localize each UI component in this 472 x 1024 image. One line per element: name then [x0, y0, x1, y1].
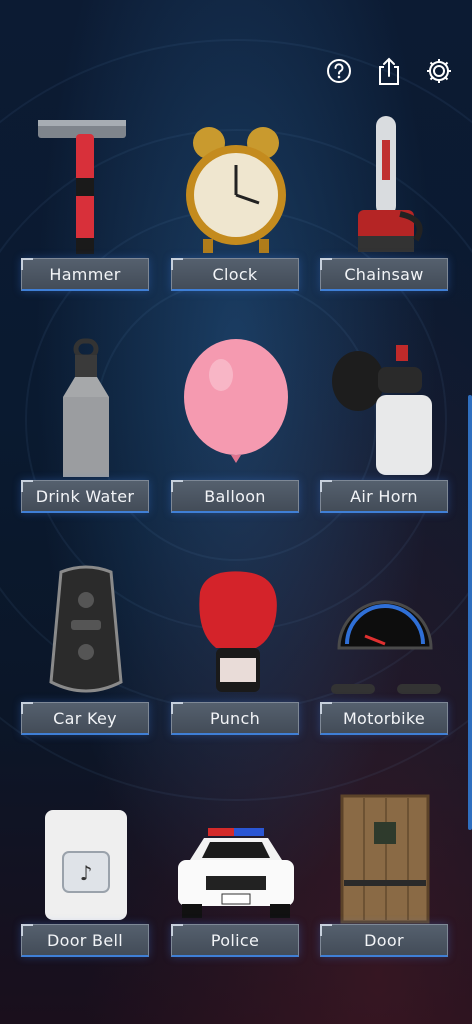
car-key-label: Car Key	[21, 702, 149, 735]
police-label: Police	[171, 924, 299, 957]
door-bell-label: Door Bell	[21, 924, 149, 957]
punch-label: Punch	[171, 702, 299, 735]
car-key-icon	[21, 552, 151, 702]
sound-grid: Hammer Clock Chainsaw Drink Water Balloo…	[0, 0, 472, 1024]
door-bell-icon: ♪	[21, 774, 151, 924]
door-icon	[320, 774, 450, 924]
chainsaw-icon	[320, 108, 450, 258]
motorbike-label: Motorbike	[320, 702, 448, 735]
alarm-clock-icon	[171, 108, 301, 258]
boxing-glove-icon	[171, 552, 301, 702]
svg-text:♪: ♪	[80, 861, 93, 885]
air-horn-label: Air Horn	[320, 480, 448, 513]
air-horn-icon	[320, 330, 450, 480]
balloon-label: Balloon	[171, 480, 299, 513]
hammer-label: Hammer	[21, 258, 149, 291]
police-car-icon	[171, 774, 301, 924]
chainsaw-label: Chainsaw	[320, 258, 448, 291]
scrollbar[interactable]	[468, 395, 472, 830]
balloon-icon	[171, 330, 301, 480]
motorbike-gauge-icon	[320, 552, 450, 702]
drink-water-label: Drink Water	[21, 480, 149, 513]
hammer-icon	[21, 108, 151, 258]
door-label: Door	[320, 924, 448, 957]
clock-label: Clock	[171, 258, 299, 291]
water-bottle-icon	[21, 330, 151, 480]
